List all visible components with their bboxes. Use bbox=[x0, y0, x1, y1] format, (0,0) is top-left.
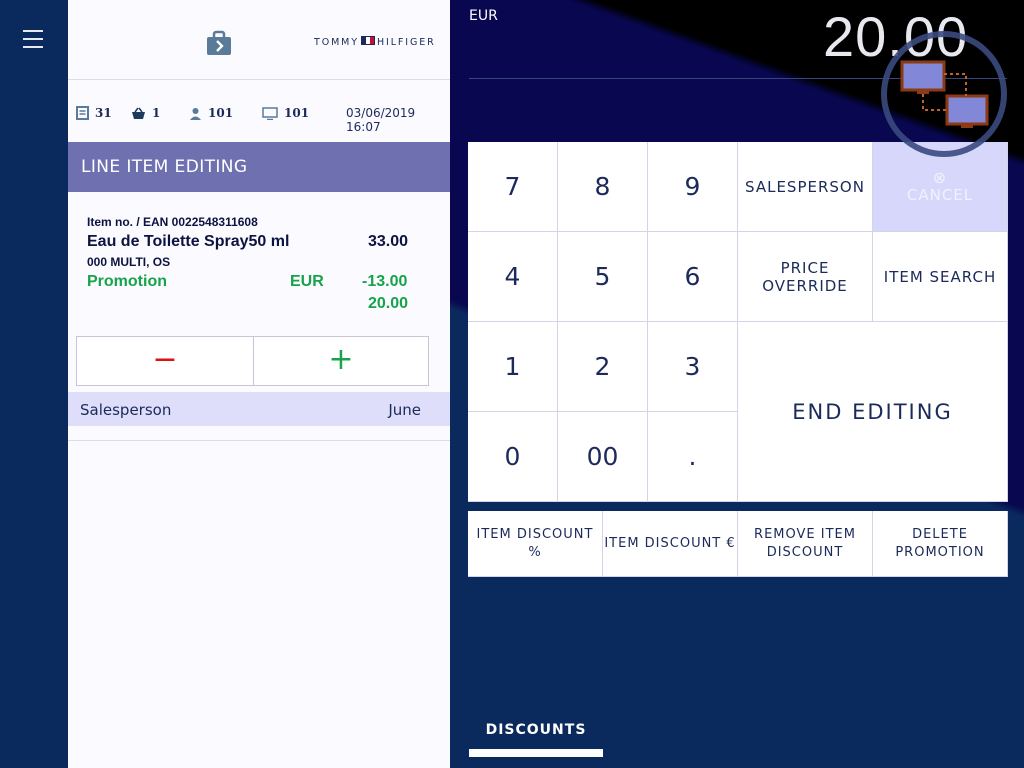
flag-icon bbox=[360, 36, 375, 45]
shopping-bag-arrow-icon[interactable] bbox=[205, 30, 233, 56]
basket-stat: 1 bbox=[131, 105, 160, 121]
promotion-amount: -13.00 bbox=[362, 273, 408, 290]
key-2[interactable]: 2 bbox=[558, 322, 648, 412]
remove-item-discount-line2: DISCOUNT bbox=[766, 544, 844, 560]
brand-left: TOMMY bbox=[314, 37, 359, 48]
item-variant: 000 MULTI, OS bbox=[87, 255, 171, 269]
key-3[interactable]: 3 bbox=[648, 322, 738, 412]
hamburger-icon[interactable] bbox=[23, 30, 43, 50]
cancel-icon: ⊗ bbox=[932, 167, 948, 187]
key-00[interactable]: 00 bbox=[558, 412, 648, 502]
salesperson-value: June bbox=[388, 401, 421, 419]
receipt-icon bbox=[76, 106, 89, 120]
divider bbox=[68, 440, 450, 441]
item-price: 33.00 bbox=[368, 233, 409, 250]
line-item-panel: TOMMY HILFIGER 31 1 101 101 03/06/2019 16… bbox=[68, 0, 450, 768]
increase-quantity-button[interactable]: + bbox=[254, 337, 428, 385]
network-computers-icon bbox=[881, 31, 1007, 157]
key-7[interactable]: 7 bbox=[468, 142, 558, 232]
key-6[interactable]: 6 bbox=[648, 232, 738, 322]
promotion-label: Promotion bbox=[87, 273, 167, 290]
key-8[interactable]: 8 bbox=[558, 142, 648, 232]
monitor-stat: 101 bbox=[262, 105, 309, 121]
receipt-stat: 31 bbox=[76, 105, 112, 121]
salesperson-label: Salesperson bbox=[80, 401, 172, 419]
person-count: 101 bbox=[208, 106, 234, 120]
side-nav bbox=[0, 0, 68, 768]
receipt-count: 31 bbox=[95, 106, 112, 120]
tab-active-indicator bbox=[469, 749, 603, 757]
price-override-button[interactable]: PRICE OVERRIDE bbox=[738, 232, 873, 322]
remove-item-discount-line1: REMOVE ITEM bbox=[754, 526, 856, 542]
key-0[interactable]: 0 bbox=[468, 412, 558, 502]
salesperson-button[interactable]: SALESPERSON bbox=[738, 142, 873, 232]
delete-promotion-line2: PROMOTION bbox=[895, 544, 985, 560]
delete-promotion-button[interactable]: DELETE PROMOTION bbox=[873, 511, 1008, 577]
item-total: 20.00 bbox=[368, 295, 409, 312]
remove-item-discount-button[interactable]: REMOVE ITEM DISCOUNT bbox=[738, 511, 873, 577]
panel-title: LINE ITEM EDITING bbox=[68, 142, 450, 192]
datetime: 03/06/2019 16:07 bbox=[346, 106, 416, 134]
key-5[interactable]: 5 bbox=[558, 232, 648, 322]
person-stat: 101 bbox=[189, 105, 233, 121]
item-discount-percent-button[interactable]: ITEM DISCOUNT % bbox=[468, 511, 603, 577]
quantity-stepper: − + bbox=[76, 336, 429, 386]
promotion-currency: EUR bbox=[290, 273, 324, 290]
monitor-count: 101 bbox=[284, 106, 310, 120]
item-search-button[interactable]: ITEM SEARCH bbox=[873, 232, 1008, 322]
key-decimal[interactable]: . bbox=[648, 412, 738, 502]
basket-icon bbox=[132, 107, 145, 119]
decrease-quantity-button[interactable]: − bbox=[77, 337, 254, 385]
divider bbox=[68, 79, 450, 80]
brand-logo: TOMMY HILFIGER bbox=[314, 36, 436, 48]
display-currency: EUR bbox=[469, 8, 498, 24]
delete-promotion-line1: DELETE bbox=[912, 526, 968, 542]
salesperson-row[interactable]: Salesperson June bbox=[68, 392, 450, 426]
tab-discounts[interactable]: DISCOUNTS bbox=[469, 722, 603, 738]
key-1[interactable]: 1 bbox=[468, 322, 558, 412]
brand-right: HILFIGER bbox=[376, 37, 436, 48]
person-icon bbox=[190, 107, 201, 120]
item-name: Eau de Toilette Spray50 ml bbox=[87, 233, 290, 250]
cancel-label: CANCEL bbox=[906, 185, 974, 204]
basket-count: 1 bbox=[152, 106, 161, 120]
monitor-icon bbox=[262, 106, 278, 120]
item-ean: Item no. / EAN 0022548311608 bbox=[87, 215, 258, 229]
end-editing-button[interactable]: END EDITING bbox=[738, 322, 1008, 502]
key-4[interactable]: 4 bbox=[468, 232, 558, 322]
key-9[interactable]: 9 bbox=[648, 142, 738, 232]
item-discount-euro-button[interactable]: ITEM DISCOUNT € bbox=[603, 511, 738, 577]
